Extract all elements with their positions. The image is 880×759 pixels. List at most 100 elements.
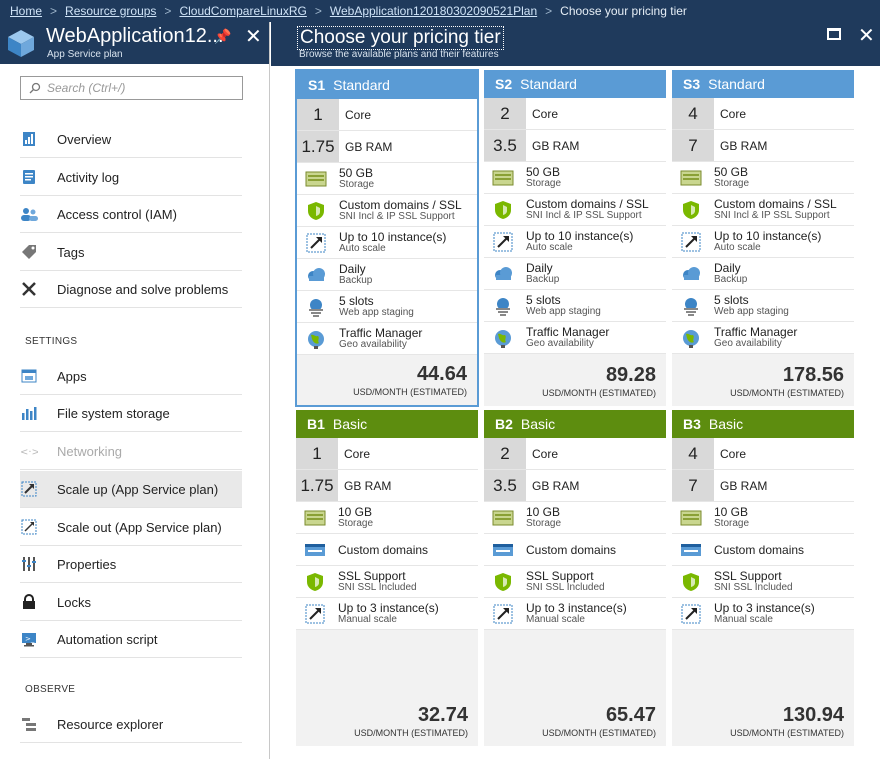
pricing-tier-card-s2[interactable]: S2 Standard 2 Core 3.5 GB RAM 50 GB Storage Cust…: [484, 70, 666, 406]
price-amount: 44.64: [416, 363, 467, 385]
feature-subtitle: Auto scale: [339, 242, 386, 254]
tier-feature: Up to 3 instance(s) Manual scale: [296, 598, 478, 630]
core-count: 4: [672, 438, 714, 469]
breadcrumb-home[interactable]: Home: [10, 4, 42, 18]
feature-title: Up to 3 instance(s): [526, 600, 627, 615]
ram-label: GB RAM: [345, 139, 393, 154]
apps-icon: [20, 367, 38, 385]
nav-item-activity-log[interactable]: Activity log: [20, 159, 242, 196]
nav-item-scale-up[interactable]: Scale up (App Service plan): [20, 471, 242, 508]
tier-feature: 10 GB Storage: [296, 502, 478, 534]
tier-price: 130.94 USD/MONTH (ESTIMATED): [730, 704, 844, 738]
globe-icon: [680, 327, 702, 349]
breadcrumb-plan[interactable]: WebApplication120180302090521Plan: [330, 4, 537, 18]
core-label: Core: [345, 107, 372, 122]
nav-item-scale-out[interactable]: Scale out (App Service plan): [20, 509, 242, 546]
tier-feature: Up to 3 instance(s) Manual scale: [484, 598, 666, 630]
core-count: 1: [296, 438, 338, 469]
nav-item-locks[interactable]: Locks: [20, 584, 242, 621]
tier-header: S2 Standard: [484, 70, 666, 98]
storage-chart-icon: [20, 404, 38, 422]
breadcrumb-current: Choose your pricing tier: [560, 4, 687, 18]
pricing-tier-card-b3[interactable]: B3 Basic 4 Core 7 GB RAM 10 GB Storage Custom do…: [672, 410, 854, 746]
tier-core-row: 4 Core: [672, 438, 854, 470]
tier-feature: 5 slots Web app staging: [297, 291, 477, 323]
tier-features: 1 Core 1.75 GB RAM 10 GB Storage Custom domain…: [296, 438, 478, 630]
ram-amount: 7: [672, 470, 714, 501]
pricing-tier-card-b1[interactable]: B1 Basic 1 Core 1.75 GB RAM 10 GB Storage Custom…: [296, 410, 478, 746]
tier-core-row: 1 Core: [297, 99, 477, 131]
tier-price: 32.74 USD/MONTH (ESTIMATED): [354, 704, 468, 738]
storage-label: Storage: [714, 177, 750, 189]
tier-ram-row: 1.75 GB RAM: [296, 470, 478, 502]
feature-title: 5 slots: [526, 292, 561, 307]
search-placeholder: Search (Ctrl+/): [47, 81, 126, 95]
storage-size: 10 GB: [338, 504, 373, 519]
tier-price: 178.56 USD/MONTH (ESTIMATED): [730, 364, 844, 398]
scale-icon: [305, 232, 327, 254]
tier-feature: SSL Support SNI SSL Included: [484, 566, 666, 598]
pin-icon[interactable]: 📌: [214, 28, 231, 45]
breadcrumb-separator: >: [545, 4, 553, 18]
cloud-backup-icon: [492, 263, 514, 285]
scale-icon: [680, 603, 702, 625]
pricing-tier-card-s1[interactable]: S1 Standard 1 Core 1.75 GB RAM 50 GB Storage Cus…: [296, 70, 478, 406]
core-label: Core: [532, 106, 559, 121]
nav-item-networking[interactable]: <·> Networking: [20, 433, 242, 470]
nav-label: Scale up (App Service plan): [57, 481, 219, 497]
search-icon: [29, 82, 41, 94]
nav-item-automation-script[interactable]: >_ Automation script: [20, 621, 242, 658]
storage-label: Storage: [338, 517, 374, 529]
tier-feature: Custom domains: [296, 534, 478, 566]
maximize-icon[interactable]: [827, 28, 841, 40]
feature-title: SSL Support: [714, 568, 782, 583]
feature-subtitle: Web app staging: [526, 305, 601, 317]
domain-icon: [680, 539, 702, 561]
resource-explorer-icon: [20, 715, 38, 733]
nav-item-properties[interactable]: Properties: [20, 546, 242, 583]
nav-item-access-control[interactable]: Access control (IAM): [20, 196, 242, 233]
users-icon: [20, 205, 38, 223]
tier-feature: Daily Backup: [484, 258, 666, 290]
nav-item-file-system-storage[interactable]: File system storage: [20, 395, 242, 432]
feature-title: Custom domains: [714, 542, 805, 557]
close-icon[interactable]: ✕: [858, 23, 875, 48]
domain-icon: [492, 539, 514, 561]
breadcrumb-separator: >: [164, 4, 172, 18]
tier-header: S3 Standard: [672, 70, 854, 98]
nav-item-apps[interactable]: Apps: [20, 358, 242, 395]
tier-price: 89.28 USD/MONTH (ESTIMATED): [542, 364, 656, 398]
tier-feature: Daily Backup: [672, 258, 854, 290]
nav-item-tags[interactable]: Tags: [20, 234, 242, 271]
storage-label: Storage: [526, 177, 562, 189]
tier-features: 4 Core 7 GB RAM 50 GB Storage Custom domains /…: [672, 98, 854, 354]
search-input[interactable]: Search (Ctrl+/): [20, 76, 243, 100]
feature-subtitle: Backup: [714, 273, 748, 285]
breadcrumb-resource-groups[interactable]: Resource groups: [65, 4, 156, 18]
pricing-tier-card-s3[interactable]: S3 Standard 4 Core 7 GB RAM 50 GB Storage Custom…: [672, 70, 854, 406]
nav-item-overview[interactable]: Overview: [20, 121, 242, 158]
lock-icon: [20, 593, 38, 611]
ram-amount: 1.75: [296, 470, 338, 501]
tag-icon: [20, 243, 38, 261]
shield-icon: [492, 571, 514, 593]
nav-item-diagnose[interactable]: Diagnose and solve problems: [20, 271, 242, 308]
tier-core-row: 2 Core: [484, 438, 666, 470]
pricing-tier-card-b2[interactable]: B2 Basic 2 Core 3.5 GB RAM 10 GB Storage Custom …: [484, 410, 666, 746]
feature-subtitle: Manual scale: [714, 613, 773, 625]
feature-title: Custom domains / SSL: [526, 196, 649, 211]
nav-label: Resource explorer: [57, 716, 164, 732]
close-icon[interactable]: ✕: [245, 24, 262, 49]
storage-size: 10 GB: [526, 504, 561, 519]
core-count: 2: [484, 438, 526, 469]
price-amount: 130.94: [782, 704, 844, 726]
feature-title: Custom domains: [526, 542, 617, 557]
tier-feature: Up to 10 instance(s) Auto scale: [672, 226, 854, 258]
price-period: USD/MONTH (ESTIMATED): [354, 728, 468, 738]
nav-item-resource-explorer[interactable]: Resource explorer: [20, 706, 242, 743]
breadcrumb-resource-group[interactable]: CloudCompareLinuxRG: [179, 4, 306, 18]
price-period: USD/MONTH (ESTIMATED): [542, 388, 656, 398]
tier-name: Basic: [520, 416, 556, 432]
tier-feature: Custom domains: [672, 534, 854, 566]
tier-name: Standard: [333, 77, 390, 93]
